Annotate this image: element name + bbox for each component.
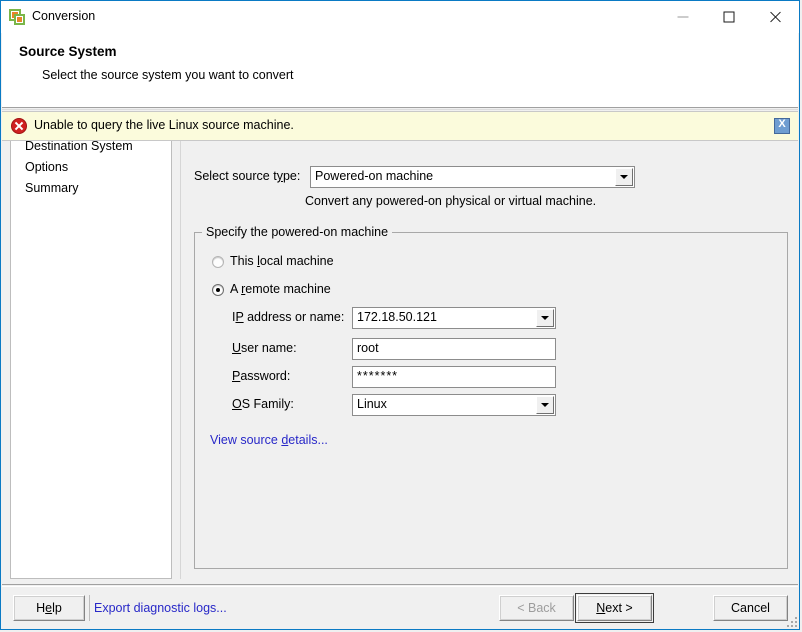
radio-label-post: emote machine (245, 282, 331, 296)
ip-address-combo[interactable]: 172.18.50.121 (352, 307, 556, 329)
banner-close-button[interactable]: X (774, 118, 790, 134)
body-area: Destination System Options Summary Selec… (2, 110, 798, 628)
export-diagnostic-logs-link[interactable]: Export diagnostic logs... (94, 601, 227, 615)
os-family-value: Linux (357, 397, 387, 411)
user-name-input[interactable]: root (352, 338, 556, 360)
maximize-button[interactable] (706, 1, 752, 32)
ip-address-value: 172.18.50.121 (357, 310, 437, 324)
radio-label-post: ocal machine (259, 254, 334, 268)
error-banner: Unable to query the live Linux source ma… (2, 111, 798, 141)
powered-on-machine-group-title: Specify the powered-on machine (202, 225, 393, 239)
footer-divider (2, 584, 798, 585)
export-logs-post: nostic logs... (157, 601, 227, 615)
sidebar-item-label: Options (25, 160, 69, 174)
os-family-combo[interactable]: Linux (352, 394, 556, 416)
ip-address-label: IP address or name: (232, 310, 344, 324)
os-family-label-key: O (232, 397, 242, 411)
sidebar-item-options[interactable]: Options (25, 160, 68, 174)
error-icon (11, 118, 27, 134)
resize-grip[interactable] (785, 615, 797, 627)
footer-divider-highlight (2, 586, 798, 587)
password-label: Password: (232, 369, 290, 383)
source-type-label-pre: Select source t (194, 169, 277, 183)
converter-app-icon (9, 9, 25, 25)
radio-label: This local machine (230, 254, 334, 268)
back-button: < Back (499, 595, 574, 621)
password-label-post: assword: (240, 369, 291, 383)
page-subtitle: Select the source system you want to con… (42, 68, 294, 82)
source-type-value: Powered-on machine (315, 169, 434, 183)
radio-label-pre: This (230, 254, 258, 268)
source-type-label-post: pe: (282, 169, 301, 183)
banner-close-label: X (778, 118, 786, 130)
window-title: Conversion (32, 9, 96, 23)
user-name-label-key: U (232, 341, 242, 355)
sidebar-item-label: Summary (25, 181, 79, 195)
cancel-label: Cancel (731, 601, 770, 615)
cancel-button[interactable]: Cancel (713, 595, 788, 621)
radio-label: A remote machine (230, 282, 331, 296)
password-value: ******* (357, 369, 399, 383)
view-source-details-link[interactable]: View source details... (210, 433, 328, 447)
radio-icon-unselected[interactable] (212, 256, 224, 268)
sidebar-item-destination-system[interactable]: Destination System (25, 139, 133, 153)
minimize-icon (677, 16, 689, 17)
header-divider (2, 107, 798, 108)
os-family-label-post: S Family: (241, 397, 294, 411)
close-button[interactable] (752, 1, 798, 32)
source-type-hint: Convert any powered-on physical or virtu… (305, 194, 597, 208)
chevron-down-icon[interactable] (615, 168, 633, 186)
sidebar-item-summary[interactable]: Summary (25, 181, 78, 195)
password-input[interactable]: ******* (352, 366, 556, 388)
radio-label-pre: A (230, 282, 242, 296)
next-button[interactable]: Next > (575, 593, 654, 623)
view-source-details-post: etails... (288, 433, 328, 447)
back-label: < Back (517, 601, 556, 615)
next-label-post: ext > (605, 601, 633, 615)
footer-separator (89, 595, 90, 621)
source-type-combo[interactable]: Powered-on machine (310, 166, 635, 188)
ip-address-label-post: address or name: (243, 310, 345, 324)
user-name-label: User name: (232, 341, 297, 355)
next-label-key: N (596, 601, 606, 615)
export-logs-pre: Export dia (94, 601, 151, 615)
page-title: Source System (19, 44, 117, 59)
os-family-label: OS Family: (232, 397, 294, 411)
sidebar-item-label: Destination System (25, 139, 133, 153)
title-bar: Conversion (1, 1, 799, 33)
main-content: Select source type: Powered-on machine C… (182, 122, 790, 628)
chevron-down-icon[interactable] (536, 396, 554, 414)
help-label-post: lp (52, 601, 62, 615)
error-message: Unable to query the live Linux source ma… (34, 118, 294, 132)
maximize-icon (723, 11, 735, 22)
help-label-pre: H (36, 601, 46, 615)
close-icon (769, 10, 782, 23)
view-source-details-pre: View source (210, 433, 282, 447)
panel-divider (180, 131, 181, 579)
source-type-label: Select source type: (194, 169, 300, 183)
ip-address-label-key: P (235, 310, 244, 324)
minimize-button[interactable] (660, 1, 706, 32)
radio-icon-selected[interactable] (212, 284, 224, 296)
page-header: Source System Select the source system y… (2, 33, 798, 107)
help-button[interactable]: Help (13, 595, 85, 621)
user-name-label-post: ser name: (241, 341, 297, 355)
wizard-steps-panel: Destination System Options Summary (10, 131, 172, 579)
user-name-value: root (357, 341, 379, 355)
chevron-down-icon[interactable] (536, 309, 554, 327)
conversion-window: Conversion Source System Select the sour… (0, 0, 800, 630)
